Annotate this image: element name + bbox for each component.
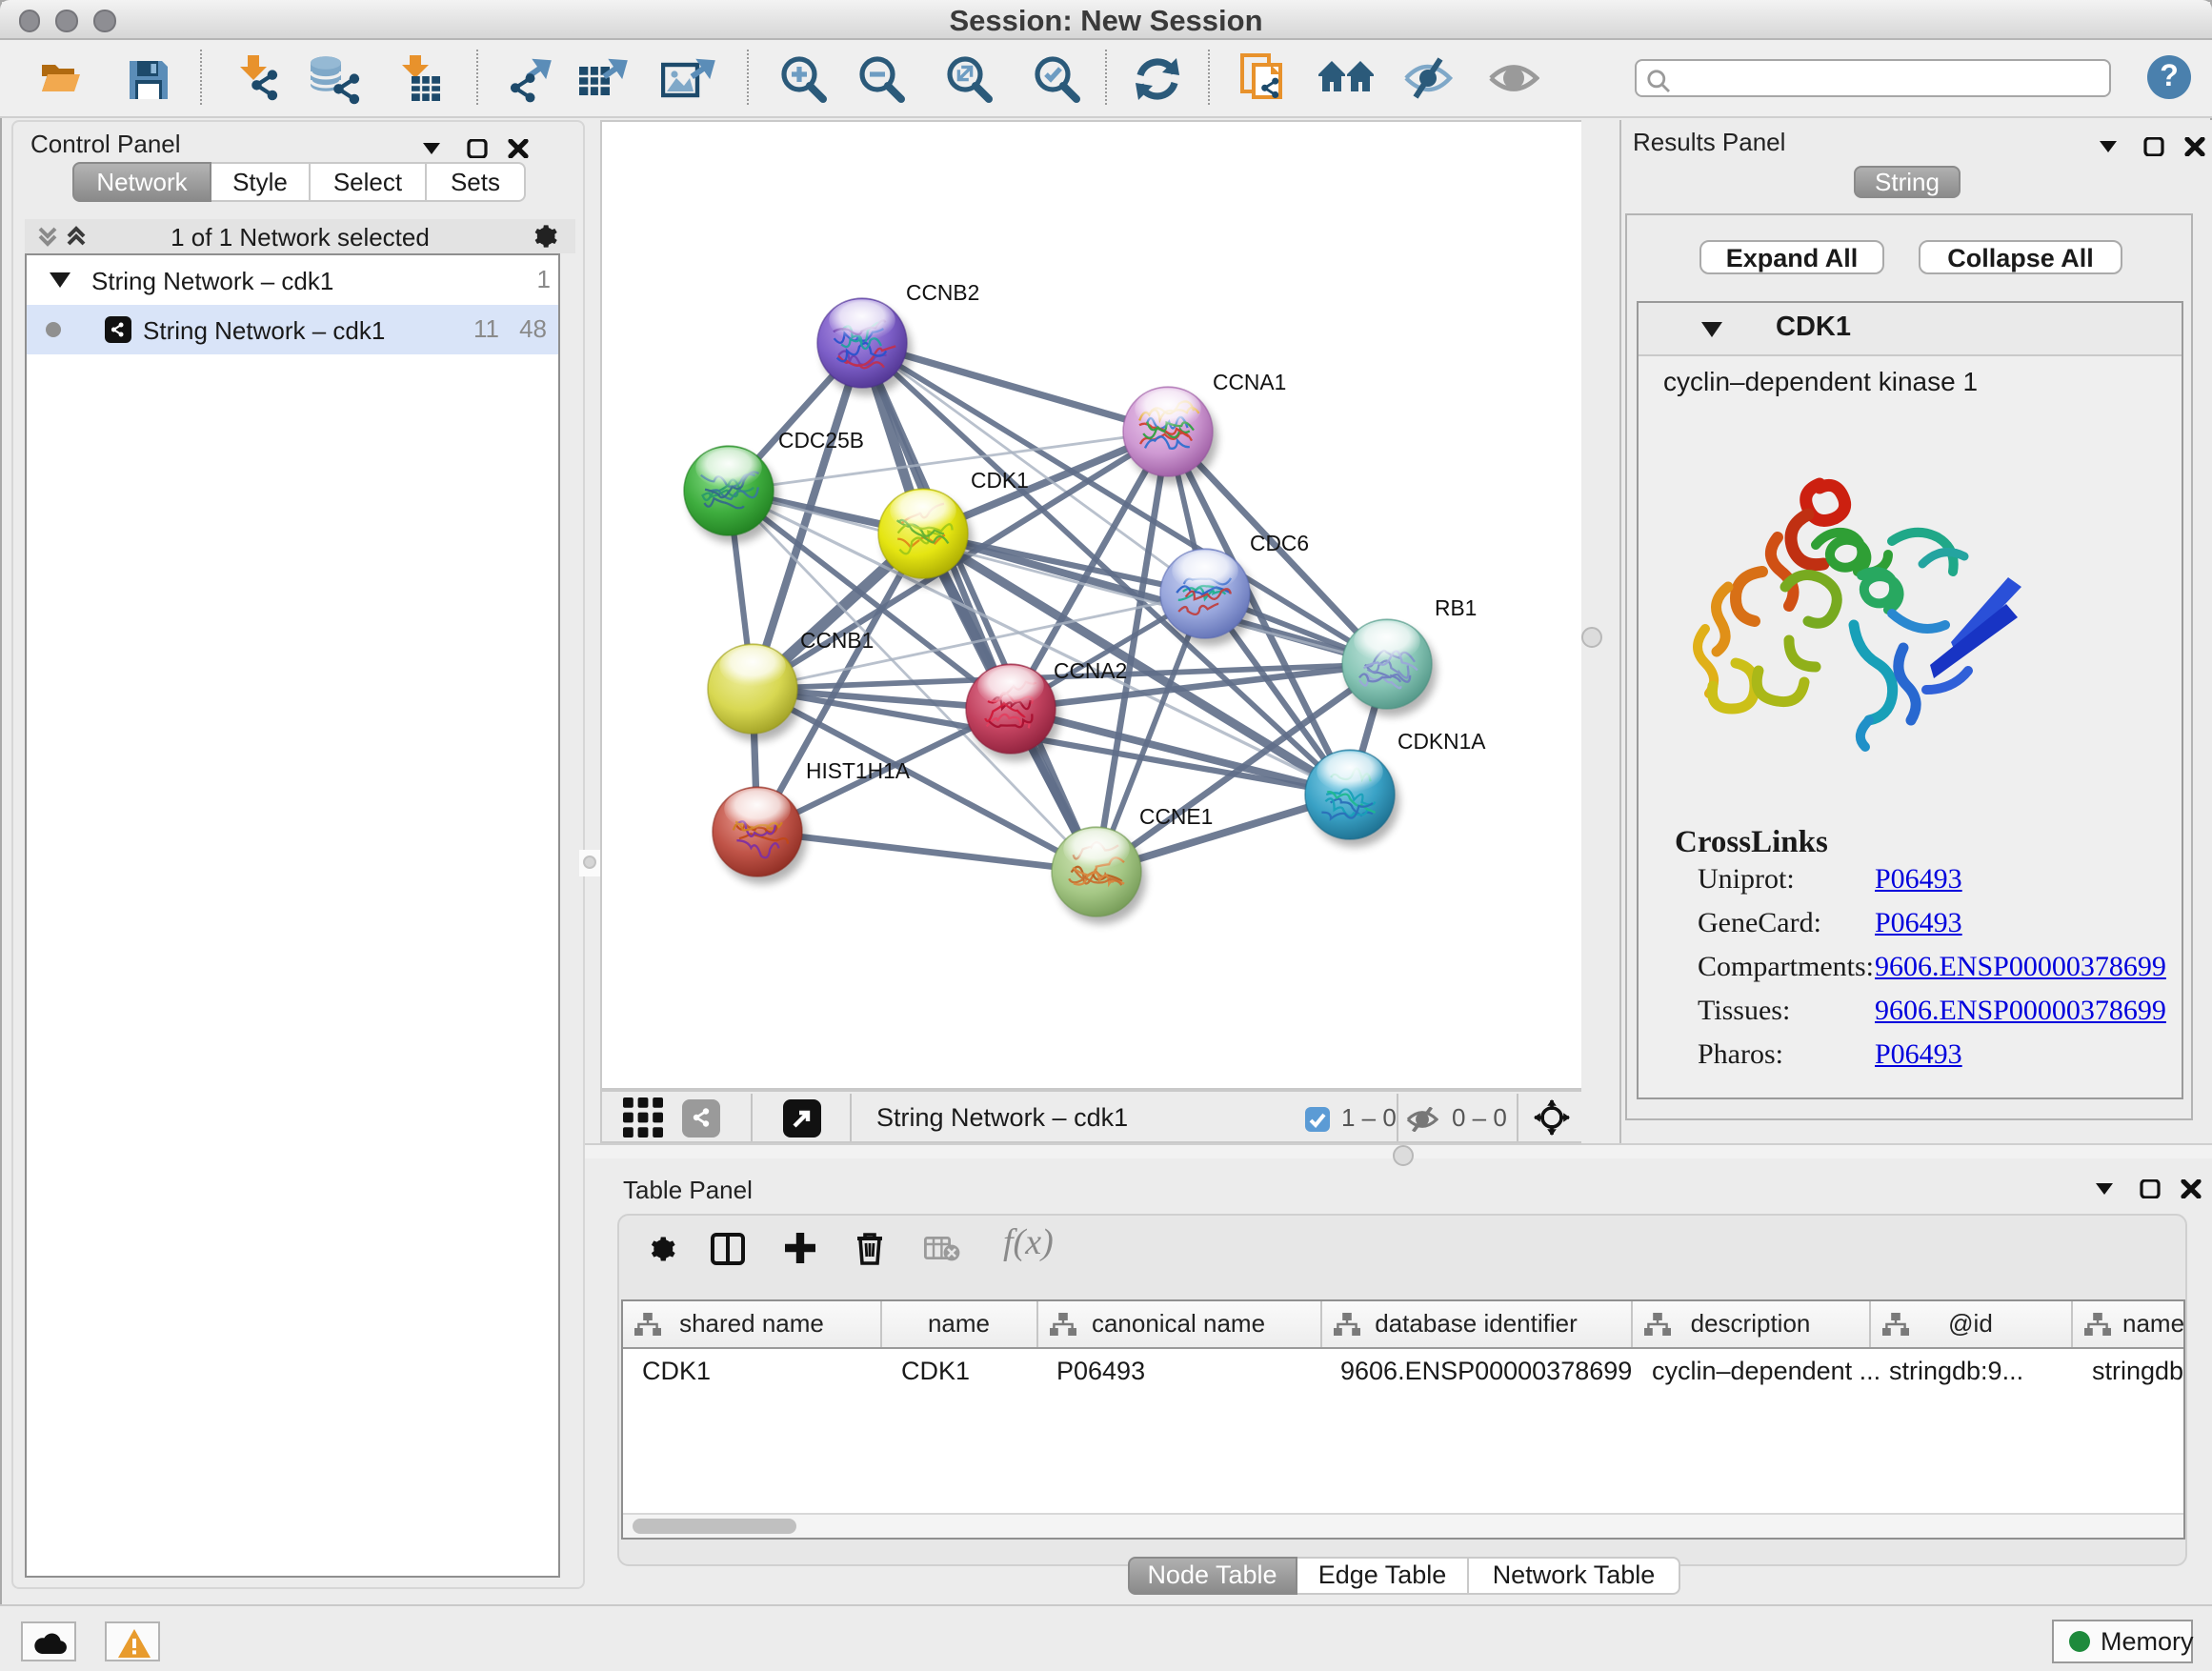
svg-text:CDC6: CDC6 [1250, 530, 1309, 554]
svg-text:CCNA2: CCNA2 [1054, 657, 1127, 682]
svg-text:CDKN1A: CDKN1A [1398, 728, 1486, 753]
svg-text:RB1: RB1 [1435, 594, 1477, 619]
svg-text:CCNE1: CCNE1 [1139, 803, 1213, 828]
svg-text:CCNB2: CCNB2 [906, 279, 979, 304]
svg-text:CCNB1: CCNB1 [800, 627, 874, 652]
svg-text:CDC25B: CDC25B [778, 427, 864, 452]
svg-text:HIST1H1A: HIST1H1A [806, 757, 911, 782]
svg-text:CDK1: CDK1 [971, 467, 1029, 492]
svg-text:CCNA1: CCNA1 [1213, 369, 1286, 393]
